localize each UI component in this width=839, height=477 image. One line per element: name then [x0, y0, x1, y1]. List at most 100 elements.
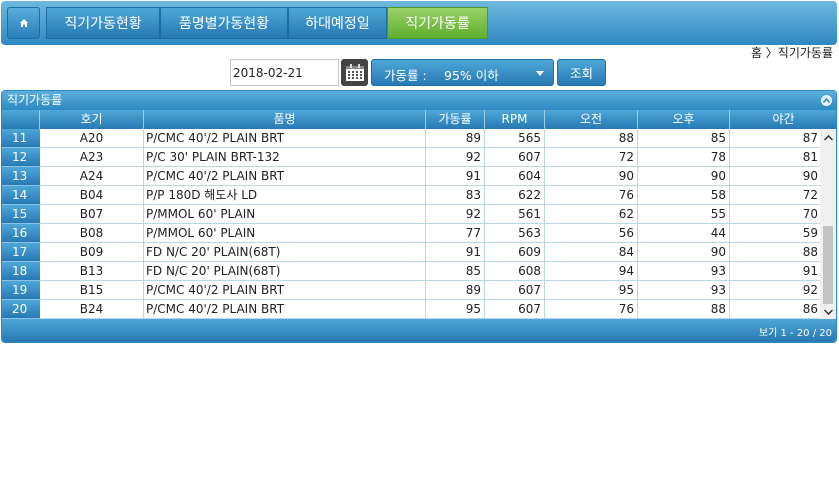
cell-product: P/CMC 40'/2 PLAIN BRT	[144, 167, 426, 186]
cell-am: 88	[545, 129, 638, 148]
table-row[interactable]: 13 A24 P/CMC 40'/2 PLAIN BRT 91 604 90 90 90	[2, 167, 822, 186]
row-number: 18	[2, 262, 40, 281]
cell-night: 81	[730, 148, 822, 167]
row-number: 15	[2, 205, 40, 224]
cell-rpm: 565	[485, 129, 545, 148]
cell-am: 84	[545, 243, 638, 262]
calendar-button[interactable]	[341, 59, 368, 86]
cell-rpm: 609	[485, 243, 545, 262]
cell-rate: 83	[426, 186, 485, 205]
cell-am: 76	[545, 186, 638, 205]
scroll-up-icon[interactable]	[820, 131, 836, 145]
cell-am: 76	[545, 300, 638, 319]
home-icon	[19, 19, 28, 27]
cell-product: FD N/C 20' PLAIN(68T)	[144, 243, 426, 262]
tab-machine-status[interactable]: 직기가동현황	[46, 7, 160, 39]
cell-product: P/CMC 40'/2 PLAIN BRT	[144, 300, 426, 319]
grid-footer: 보기 1 - 20 / 20	[2, 319, 836, 342]
cell-rate: 85	[426, 262, 485, 281]
cell-rate: 92	[426, 148, 485, 167]
cell-product: P/MMOL 60' PLAIN	[144, 224, 426, 243]
header-product[interactable]: 품명	[144, 110, 426, 129]
table-row[interactable]: 19 B15 P/CMC 40'/2 PLAIN BRT 89 607 95 93 92	[2, 281, 822, 300]
tab-unload-schedule[interactable]: 하대예정일	[288, 7, 387, 39]
cell-product: P/CMC 40'/2 PLAIN BRT	[144, 281, 426, 300]
cell-night: 87	[730, 129, 822, 148]
scroll-down-icon[interactable]	[820, 305, 836, 319]
cell-rate: 89	[426, 129, 485, 148]
cell-rate: 91	[426, 167, 485, 186]
cell-rpm: 563	[485, 224, 545, 243]
row-number: 19	[2, 281, 40, 300]
table-row[interactable]: 14 B04 P/P 180D 해도사 LD 83 622 76 58 72	[2, 186, 822, 205]
cell-rpm: 604	[485, 167, 545, 186]
header-machine[interactable]: 호기	[40, 110, 144, 129]
cell-rpm: 607	[485, 281, 545, 300]
cell-rpm: 607	[485, 148, 545, 167]
calendar-icon	[345, 63, 364, 81]
chevron-down-icon	[536, 71, 544, 76]
cell-am: 90	[545, 167, 638, 186]
cell-product: P/C 30' PLAIN BRT-132	[144, 148, 426, 167]
breadcrumb: 홈 〉직기가동률	[750, 46, 833, 60]
grid-body: 11 A20 P/CMC 40'/2 PLAIN BRT 89 565 88 85 87 12 A…	[2, 129, 836, 321]
rate-filter-select[interactable]: 가동률 : 95% 이하	[371, 59, 554, 86]
cell-product: FD N/C 20' PLAIN(68T)	[144, 262, 426, 281]
row-number: 14	[2, 186, 40, 205]
cell-machine: B13	[40, 262, 144, 281]
table-row[interactable]: 15 B07 P/MMOL 60' PLAIN 92 561 62 55 70	[2, 205, 822, 224]
cell-machine: B09	[40, 243, 144, 262]
cell-pm: 90	[638, 243, 730, 262]
cell-machine: B24	[40, 300, 144, 319]
cell-product: P/CMC 40'/2 PLAIN BRT	[144, 129, 426, 148]
column-headers: 호기 품명 가동률 RPM 오전 오후 야간	[2, 110, 836, 129]
cell-pm: 93	[638, 281, 730, 300]
cell-am: 56	[545, 224, 638, 243]
cell-am: 94	[545, 262, 638, 281]
scrollbar-thumb[interactable]	[823, 226, 833, 304]
cell-night: 90	[730, 167, 822, 186]
cell-am: 62	[545, 205, 638, 224]
table-row[interactable]: 18 B13 FD N/C 20' PLAIN(68T) 85 608 94 93 91	[2, 262, 822, 281]
cell-pm: 93	[638, 262, 730, 281]
row-number: 16	[2, 224, 40, 243]
header-night[interactable]: 야간	[730, 110, 836, 129]
cell-am: 72	[545, 148, 638, 167]
cell-rate: 92	[426, 205, 485, 224]
cell-night: 88	[730, 243, 822, 262]
header-pm[interactable]: 오후	[638, 110, 730, 129]
cell-rate: 91	[426, 243, 485, 262]
tab-operation-rate[interactable]: 직기가동률	[387, 7, 488, 39]
vertical-scrollbar[interactable]	[820, 129, 836, 321]
table-row[interactable]: 16 B08 P/MMOL 60' PLAIN 77 563 56 44 59	[2, 224, 822, 243]
table-row[interactable]: 12 A23 P/C 30' PLAIN BRT-132 92 607 72 78 81	[2, 148, 822, 167]
header-am[interactable]: 오전	[545, 110, 638, 129]
grid-panel: 직기가동률 호기 품명 가동률 RPM 오전 오후 야간 11 A20 P/CMC …	[1, 90, 837, 343]
table-row[interactable]: 17 B09 FD N/C 20' PLAIN(68T) 91 609 84 90 88	[2, 243, 822, 262]
cell-rate: 77	[426, 224, 485, 243]
table-row[interactable]: 20 B24 P/CMC 40'/2 PLAIN BRT 95 607 76 88 86	[2, 300, 822, 319]
table-row[interactable]: 11 A20 P/CMC 40'/2 PLAIN BRT 89 565 88 85 87	[2, 129, 822, 148]
home-button[interactable]	[7, 7, 40, 39]
cell-night: 86	[730, 300, 822, 319]
cell-pm: 58	[638, 186, 730, 205]
header-rpm[interactable]: RPM	[485, 110, 545, 129]
header-rate[interactable]: 가동률	[426, 110, 485, 129]
date-input[interactable]	[230, 59, 339, 86]
cell-machine: A23	[40, 148, 144, 167]
rate-filter-value: 95% 이하	[444, 68, 499, 83]
cell-pm: 90	[638, 167, 730, 186]
search-button[interactable]: 조회	[557, 59, 606, 86]
cell-rpm: 622	[485, 186, 545, 205]
top-navigation: 직기가동현황 품명별가동현황 하대예정일 직기가동률	[1, 1, 837, 45]
cell-night: 91	[730, 262, 822, 281]
cell-machine: B08	[40, 224, 144, 243]
pager-info: 보기 1 - 20 / 20	[758, 328, 832, 339]
cell-night: 59	[730, 224, 822, 243]
tab-product-status[interactable]: 품명별가동현황	[160, 7, 288, 39]
collapse-icon[interactable]	[821, 95, 832, 106]
cell-am: 95	[545, 281, 638, 300]
row-number: 12	[2, 148, 40, 167]
cell-pm: 85	[638, 129, 730, 148]
cell-night: 92	[730, 281, 822, 300]
